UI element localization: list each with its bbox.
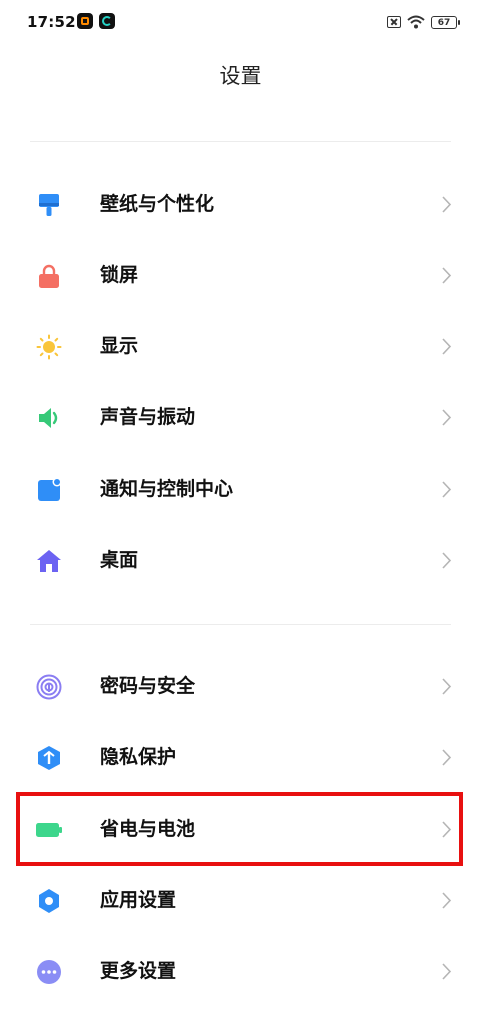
settings-item-label: 桌面: [100, 549, 139, 571]
chevron-right-icon: [442, 678, 452, 695]
settings-item-display[interactable]: 显示: [0, 311, 481, 382]
chevron-right-icon: [442, 749, 452, 766]
settings-item-app-settings[interactable]: 应用设置: [0, 865, 481, 936]
settings-item-privacy[interactable]: 隐私保护: [0, 722, 481, 793]
divider: [30, 141, 451, 142]
status-indicators: 67: [387, 12, 460, 32]
settings-item-sound[interactable]: 声音与振动: [0, 382, 481, 453]
app-notification-icon: [99, 13, 115, 29]
chevron-right-icon: [442, 892, 452, 909]
settings-item-label: 壁纸与个性化: [100, 193, 215, 215]
highlight-box: [16, 792, 463, 866]
battery-indicator: 67: [431, 15, 460, 29]
fingerprint-icon: [36, 674, 62, 700]
settings-item-label: 密码与安全: [100, 675, 196, 697]
home-icon: [37, 550, 61, 572]
settings-item-label: 锁屏: [100, 264, 139, 286]
privacy-shield-icon: [38, 746, 60, 770]
settings-item-label: 声音与振动: [100, 406, 196, 428]
chevron-right-icon: [442, 196, 452, 213]
settings-item-label: 应用设置: [100, 889, 177, 911]
settings-item-label: 更多设置: [100, 960, 177, 982]
divider: [30, 624, 451, 625]
page-title: 设置: [219, 64, 262, 88]
lock-icon: [39, 264, 59, 288]
settings-item-wallpaper[interactable]: 壁纸与个性化: [0, 169, 481, 240]
chevron-right-icon: [442, 267, 452, 284]
settings-item-label: 显示: [100, 335, 139, 357]
settings-item-home-screen[interactable]: 桌面: [0, 525, 481, 596]
no-sim-icon: [387, 16, 401, 28]
settings-item-label: 隐私保护: [100, 746, 177, 768]
wifi-icon: [407, 15, 425, 29]
more-dots-icon: [37, 960, 61, 984]
gear-icon: [39, 889, 59, 913]
app-notification-icon: [77, 13, 93, 29]
sun-icon: [36, 334, 62, 360]
speaker-icon: [39, 408, 58, 428]
settings-item-lock-screen[interactable]: 锁屏: [0, 240, 481, 311]
status-bar: 17:52 67: [0, 0, 481, 44]
chevron-right-icon: [442, 481, 452, 498]
settings-item-label: 通知与控制中心: [100, 478, 234, 500]
chevron-right-icon: [442, 552, 452, 569]
settings-item-notifications[interactable]: 通知与控制中心: [0, 454, 481, 525]
status-time: 17:52: [27, 13, 76, 31]
settings-item-more-settings[interactable]: 更多设置: [0, 936, 481, 1007]
notification-icon: [38, 477, 62, 501]
settings-item-password-security[interactable]: 密码与安全: [0, 651, 481, 722]
chevron-right-icon: [442, 963, 452, 980]
wallpaper-brush-icon: [39, 194, 59, 216]
chevron-right-icon: [442, 338, 452, 355]
chevron-right-icon: [442, 409, 452, 426]
